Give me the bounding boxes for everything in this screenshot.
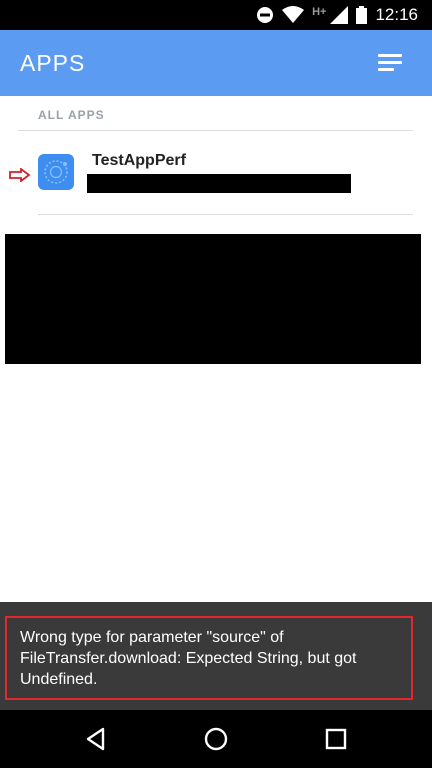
app-name: TestAppPerf xyxy=(92,152,186,169)
toast-highlight: Wrong type for parameter "source" of Fil… xyxy=(5,616,413,700)
menu-icon xyxy=(378,52,404,74)
status-time: 12:16 xyxy=(375,5,418,24)
battery-icon xyxy=(356,6,368,24)
back-icon xyxy=(86,727,105,751)
redacted-block xyxy=(5,234,421,364)
menu-button[interactable] xyxy=(378,52,404,74)
recents-icon xyxy=(325,728,347,750)
error-toast: Wrong type for parameter "source" of Fil… xyxy=(0,602,432,710)
do-not-disturb-icon xyxy=(257,7,274,23)
wifi-icon xyxy=(282,6,305,23)
back-button[interactable] xyxy=(81,724,111,754)
navigation-bar xyxy=(0,710,432,768)
app-list-item[interactable]: TestAppPerf xyxy=(0,136,432,214)
app-bar: APPS xyxy=(0,30,432,96)
status-icons: H+ 12:16 xyxy=(256,4,418,26)
section-header: ALL APPS xyxy=(38,108,105,122)
toast-message: Wrong type for parameter "source" of Fil… xyxy=(20,629,357,688)
network-type-label: H+ xyxy=(312,6,327,18)
recents-button[interactable] xyxy=(321,724,351,754)
status-bar: H+ 12:16 xyxy=(0,0,432,30)
home-button[interactable] xyxy=(201,724,231,754)
divider xyxy=(38,214,413,215)
app-logo-icon xyxy=(38,154,74,190)
page-title: APPS xyxy=(20,50,86,76)
redacted-bar xyxy=(87,174,351,193)
signal-icon xyxy=(330,6,349,24)
divider xyxy=(18,130,413,131)
app-list-content: ALL APPS TestAppPerf xyxy=(0,96,432,602)
home-icon xyxy=(204,727,228,751)
